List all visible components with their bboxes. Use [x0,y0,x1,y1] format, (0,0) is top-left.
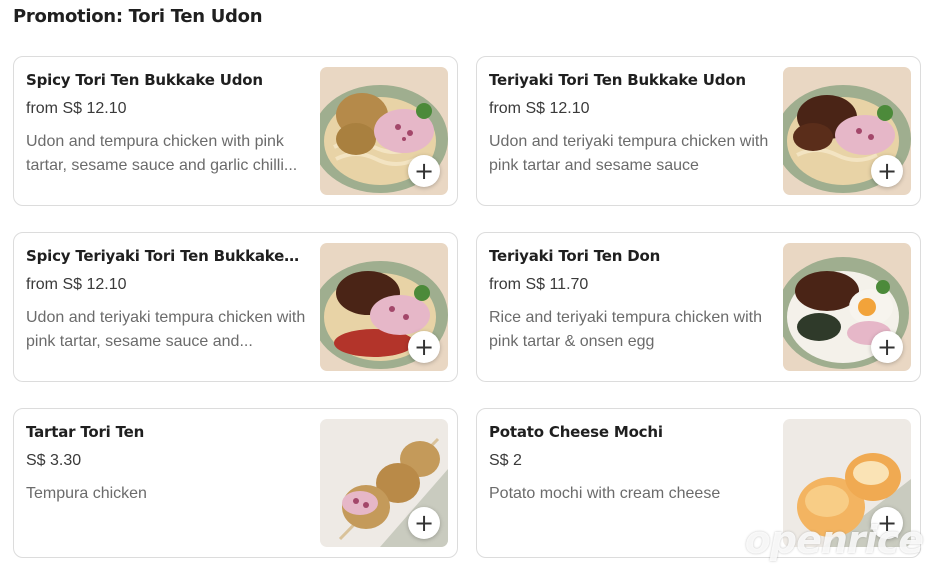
item-description: Rice and teriyaki tempura chicken with p… [489,309,763,350]
item-price: from S$ 11.70 [489,276,589,293]
udon-bowl-image: + [320,243,448,371]
plus-icon: + [876,333,898,361]
item-name: Spicy Teriyaki Tori Ten Bukkake Ud... [26,247,304,265]
item-name: Spicy Tori Ten Bukkake Udon [26,71,263,89]
udon-bowl-image: + [320,67,448,195]
menu-item-card[interactable]: Spicy Teriyaki Tori Ten Bukkake Ud... fr… [13,232,458,382]
item-name: Teriyaki Tori Ten Don [489,247,661,265]
add-to-cart-button[interactable]: + [408,155,440,187]
add-to-cart-button[interactable]: + [408,507,440,539]
add-to-cart-button[interactable]: + [871,331,903,363]
udon-bowl-image: + [783,67,911,195]
plus-icon: + [413,333,435,361]
rice-bowl-image: + [783,243,911,371]
plus-icon: + [876,509,898,537]
plus-icon: + [876,157,898,185]
mochi-image: + [783,419,911,547]
item-description: Udon and tempura chicken with pink tarta… [26,133,298,174]
section-title: Promotion: Tori Ten Udon [13,6,263,27]
plus-icon: + [413,157,435,185]
chicken-skewer-image: + [320,419,448,547]
add-to-cart-button[interactable]: + [871,155,903,187]
menu-item-card[interactable]: Spicy Tori Ten Bukkake Udon from S$ 12.1… [13,56,458,206]
item-price: S$ 2 [489,452,522,469]
menu-item-card[interactable]: Teriyaki Tori Ten Bukkake Udon from S$ 1… [476,56,921,206]
menu-item-card[interactable]: Teriyaki Tori Ten Don from S$ 11.70 Rice… [476,232,921,382]
item-price: from S$ 12.10 [26,276,127,293]
item-price: from S$ 12.10 [26,100,127,117]
item-price: from S$ 12.10 [489,100,590,117]
item-description: Udon and teriyaki tempura chicken with p… [26,309,306,350]
add-to-cart-button[interactable]: + [408,331,440,363]
menu-item-card[interactable]: Tartar Tori Ten S$ 3.30 Tempura chicken … [13,408,458,558]
item-description: Udon and teriyaki tempura chicken with p… [489,133,769,174]
item-name: Potato Cheese Mochi [489,423,663,441]
add-to-cart-button[interactable]: + [871,507,903,539]
item-description: Potato mochi with cream cheese [489,485,721,502]
item-name: Teriyaki Tori Ten Bukkake Udon [489,71,746,89]
item-description: Tempura chicken [26,485,147,502]
menu-item-card[interactable]: Potato Cheese Mochi S$ 2 Potato mochi wi… [476,408,921,558]
plus-icon: + [413,509,435,537]
item-name: Tartar Tori Ten [26,423,145,441]
item-price: S$ 3.30 [26,452,82,469]
